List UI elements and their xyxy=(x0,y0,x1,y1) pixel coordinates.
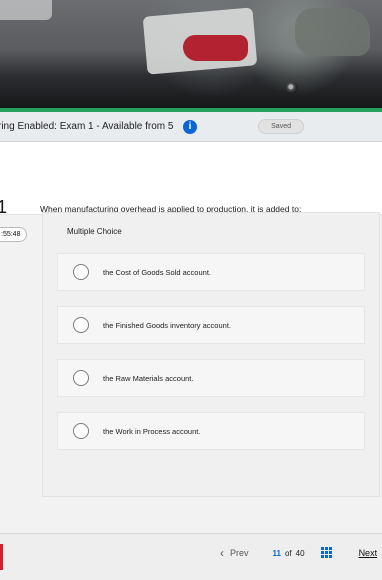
total-pages: 40 xyxy=(295,548,305,558)
question-grid-icon[interactable] xyxy=(320,547,333,559)
question-type-label: Multiple Choice xyxy=(67,227,122,236)
next-button[interactable]: Next xyxy=(359,548,378,558)
answer-option-text: the Cost of Goods Sold account. xyxy=(103,267,211,277)
flag-marker xyxy=(0,544,3,570)
answer-option-2[interactable]: the Finished Goods inventory account. xyxy=(57,306,365,344)
question-number: 1 xyxy=(0,197,8,217)
page-indicator: 11 of 40 xyxy=(273,549,305,558)
saved-badge: Saved xyxy=(258,119,304,134)
answer-option-text: the Work in Process account. xyxy=(103,426,201,436)
background-photo xyxy=(0,0,382,110)
pagination-nav: ‹ Prev 11 of 40 Next xyxy=(220,547,377,559)
answer-option-text: the Raw Materials account. xyxy=(103,373,194,383)
chevron-left-icon: ‹ xyxy=(220,546,224,560)
background-red-object xyxy=(183,35,248,61)
answer-option-4[interactable]: the Work in Process account. xyxy=(57,412,365,450)
answer-panel: Multiple Choice the Cost of Goods Sold a… xyxy=(42,212,380,497)
prev-button[interactable]: ‹ Prev xyxy=(220,547,249,559)
timer: :55:48 xyxy=(0,227,28,242)
info-icon[interactable]: i xyxy=(183,119,197,134)
answer-option-3[interactable]: the Raw Materials account. xyxy=(57,359,365,397)
answer-option-text: the Finished Goods inventory account. xyxy=(103,320,231,330)
exam-topbar: ring Enabled: Exam 1 - Available from 5/… xyxy=(0,112,382,142)
current-page-number: 11 xyxy=(272,548,281,558)
exam-screen: ring Enabled: Exam 1 - Available from 5/… xyxy=(0,112,382,580)
prev-label: Prev xyxy=(230,548,249,558)
answer-option-radio[interactable] xyxy=(73,423,89,439)
footer-bar: ‹ Prev 11 of 40 Next xyxy=(0,533,382,580)
question-row: 1 When manufacturing overhead is applied… xyxy=(0,142,382,217)
background-rock xyxy=(295,8,370,56)
answer-option-radio[interactable] xyxy=(73,317,89,333)
answer-option-radio[interactable] xyxy=(73,264,89,280)
page-of-label: of xyxy=(284,548,292,558)
answer-option-1[interactable]: the Cost of Goods Sold account. xyxy=(57,253,365,291)
background-sign xyxy=(0,0,52,20)
exam-title: ring Enabled: Exam 1 - Available from 5/… xyxy=(0,121,173,132)
webcam-dot xyxy=(286,82,298,94)
answer-option-radio[interactable] xyxy=(73,370,89,386)
